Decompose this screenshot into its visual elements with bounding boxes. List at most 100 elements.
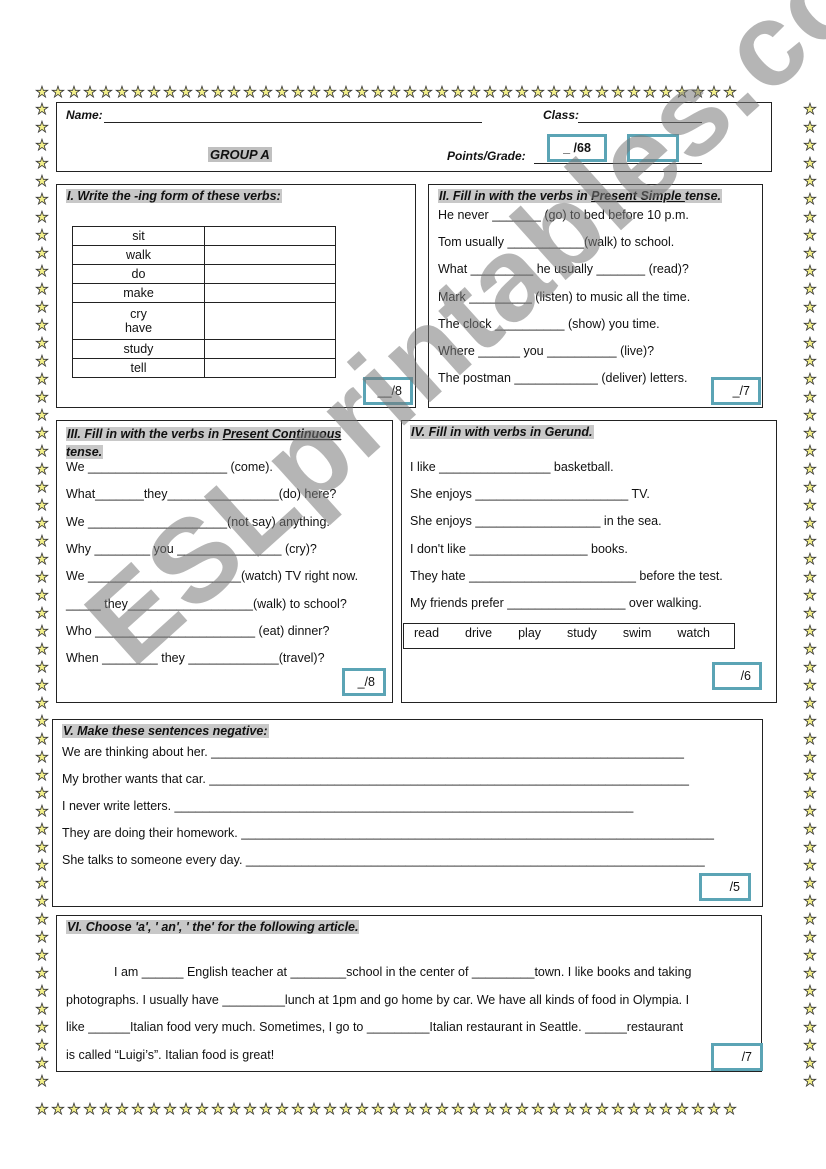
negative-sentence[interactable]: My brother wants that car. _____________… xyxy=(62,772,689,786)
exercise-sentence[interactable]: Why ________ you _______________ (cry)? xyxy=(66,542,317,556)
star-icon: ★ xyxy=(387,1101,401,1117)
star-icon: ★ xyxy=(803,102,817,118)
exercise-sentence[interactable]: Tom usually ___________(walk) to school. xyxy=(438,235,674,249)
answer-cell[interactable] xyxy=(204,226,336,246)
star-icon: ★ xyxy=(35,479,49,496)
section-4-score[interactable]: /6 xyxy=(712,662,762,690)
exercise-sentence[interactable]: We ____________________ (come). xyxy=(66,460,273,474)
negative-sentence[interactable]: I never write letters. _________________… xyxy=(62,799,633,813)
article-text-line[interactable]: I am ______ English teacher at ________s… xyxy=(114,965,692,979)
star-icon: ★ xyxy=(803,821,817,838)
answer-cell[interactable] xyxy=(204,358,336,378)
star-icon: ★ xyxy=(179,1101,193,1117)
answer-cell[interactable] xyxy=(204,264,336,284)
negative-sentence[interactable]: She talks to someone every day. ________… xyxy=(62,853,705,867)
star-icon: ★ xyxy=(803,173,817,190)
star-icon: ★ xyxy=(35,155,49,172)
article-text-line[interactable]: photographs. I usually have _________lun… xyxy=(66,993,689,1007)
star-icon: ★ xyxy=(35,1101,49,1117)
star-icon: ★ xyxy=(339,1101,353,1117)
points-box[interactable]: _ /68 xyxy=(547,134,607,162)
star-icon: ★ xyxy=(675,84,689,100)
star-icon: ★ xyxy=(595,1101,609,1117)
exercise-sentence[interactable]: Mark _________ (listen) to music all the… xyxy=(438,290,690,304)
star-icon: ★ xyxy=(147,84,161,100)
points-grade-field[interactable] xyxy=(534,163,702,164)
star-icon: ★ xyxy=(243,1101,257,1117)
exercise-sentence[interactable]: When ________ they _____________(travel)… xyxy=(66,651,325,665)
answer-cell[interactable] xyxy=(204,339,336,359)
exercise-sentence[interactable]: The clock __________ (show) you time. xyxy=(438,317,660,331)
star-icon: ★ xyxy=(707,84,721,100)
star-icon: ★ xyxy=(83,1101,97,1117)
section-3-score[interactable]: _/8 xyxy=(342,668,386,696)
star-icon: ★ xyxy=(803,893,817,910)
star-icon: ★ xyxy=(35,623,49,640)
exercise-sentence[interactable]: We ______________________(watch) TV righ… xyxy=(66,569,358,583)
answer-cell[interactable] xyxy=(204,245,336,265)
star-icon: ★ xyxy=(35,767,49,784)
star-icon: ★ xyxy=(531,84,545,100)
star-icon: ★ xyxy=(803,137,817,154)
answer-cell[interactable] xyxy=(204,302,336,340)
negative-sentence[interactable]: We are thinking about her. _____________… xyxy=(62,745,684,759)
star-icon: ★ xyxy=(803,839,817,856)
name-field[interactable] xyxy=(104,122,482,123)
exercise-sentence[interactable]: We ____________________(not say) anythin… xyxy=(66,515,330,529)
star-icon: ★ xyxy=(803,749,817,766)
word-bank-item: play xyxy=(518,626,542,640)
star-icon: ★ xyxy=(659,84,673,100)
exercise-sentence[interactable]: My friends prefer _________________ over… xyxy=(410,596,702,610)
section-4-title: IV. Fill in with verbs in Gerund. xyxy=(410,425,594,439)
star-icon: ★ xyxy=(211,1101,225,1117)
star-icon: ★ xyxy=(243,84,257,100)
star-icon: ★ xyxy=(803,965,817,982)
verb-cell: tell xyxy=(72,358,205,378)
verb-cell: do xyxy=(72,264,205,284)
exercise-sentence[interactable]: What _________ he usually _______ (read)… xyxy=(438,262,689,276)
exercise-sentence[interactable]: Who _______________________ (eat) dinner… xyxy=(66,624,329,638)
star-icon: ★ xyxy=(35,1055,49,1072)
verb-row: tell xyxy=(72,358,336,378)
exercise-sentence[interactable]: I don't like _________________ books. xyxy=(410,542,628,556)
exercise-sentence[interactable]: Where ______ you __________ (live)? xyxy=(438,344,654,358)
article-text-line[interactable]: is called “Luigi’s”. Italian food is gre… xyxy=(66,1048,274,1062)
exercise-sentence[interactable]: I like ________________ basketball. xyxy=(410,460,614,474)
exercise-sentence[interactable]: The postman ____________ (deliver) lette… xyxy=(438,371,687,385)
star-icon: ★ xyxy=(803,515,817,532)
negative-sentence[interactable]: They are doing their homework. _________… xyxy=(62,826,714,840)
star-icon: ★ xyxy=(35,102,49,118)
star-icon: ★ xyxy=(35,137,49,154)
answer-cell[interactable] xyxy=(204,283,336,303)
star-icon: ★ xyxy=(403,1101,417,1117)
exercise-sentence[interactable]: She enjoys ______________________ TV. xyxy=(410,487,650,501)
section-6-title: VI. Choose 'a', ' an', ' the' for the fo… xyxy=(66,920,360,934)
exercise-sentence[interactable]: She enjoys __________________ in the sea… xyxy=(410,514,662,528)
section-5-score[interactable]: /5 xyxy=(699,873,751,901)
star-icon: ★ xyxy=(691,1101,705,1117)
exercise-sentence[interactable]: He never _______ (go) to bed before 10 p… xyxy=(438,208,689,222)
section-2-score[interactable]: _/7 xyxy=(711,377,761,405)
star-icon: ★ xyxy=(803,461,817,478)
name-label: Name: xyxy=(66,108,103,122)
star-icon: ★ xyxy=(531,1101,545,1117)
verb-row: do xyxy=(72,264,336,284)
star-icon: ★ xyxy=(611,1101,625,1117)
class-label: Class: xyxy=(543,108,580,122)
star-icon: ★ xyxy=(35,713,49,730)
exercise-sentence[interactable]: _____ they__________________(walk) to sc… xyxy=(66,597,347,611)
star-icon: ★ xyxy=(803,1037,817,1054)
section-1-score[interactable]: __/8 xyxy=(363,377,413,405)
star-icon: ★ xyxy=(403,84,417,100)
group-label: GROUP A xyxy=(208,147,272,162)
grade-box[interactable] xyxy=(627,134,679,162)
star-icon: ★ xyxy=(35,299,49,316)
class-field[interactable] xyxy=(578,122,702,123)
word-bank-item: watch xyxy=(677,626,710,640)
star-icon: ★ xyxy=(803,119,817,136)
star-icon: ★ xyxy=(195,84,209,100)
exercise-sentence[interactable]: They hate ________________________ befor… xyxy=(410,569,723,583)
section-6-score[interactable]: /7 xyxy=(711,1043,763,1071)
article-text-line[interactable]: like ______Italian food very much. Somet… xyxy=(66,1020,683,1034)
exercise-sentence[interactable]: What_______they________________(do) here… xyxy=(66,487,336,501)
